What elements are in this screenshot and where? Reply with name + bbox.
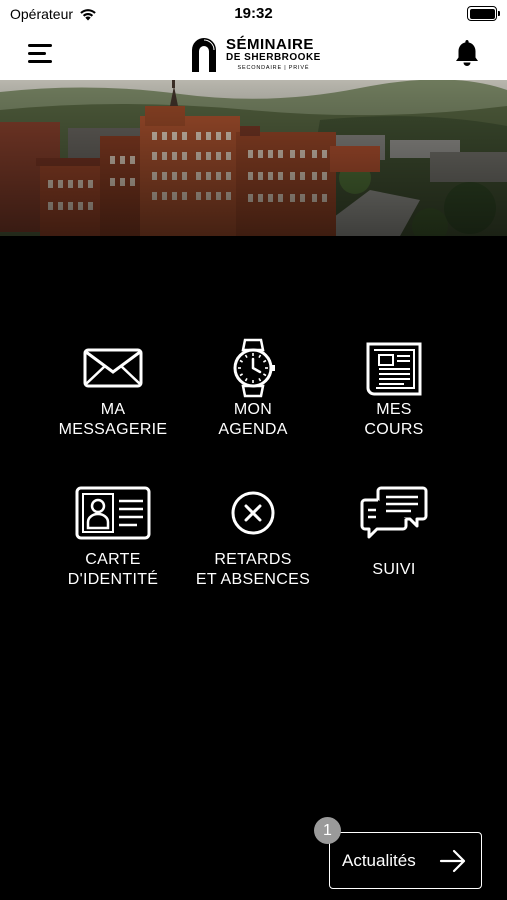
status-bar: Opérateur 19:32 — [0, 0, 507, 28]
newspaper-icon — [366, 342, 422, 396]
menu-item-carte-identite[interactable]: CARTE D'IDENTITÉ — [33, 484, 193, 590]
menu-item-label: MA MESSAGERIE — [58, 401, 168, 438]
logo-title: SÉMINAIRE — [226, 35, 314, 53]
school-logo: SÉMINAIRE DE SHERBROOKE SECONDAIRE | PRI… — [190, 34, 321, 74]
app-header: SÉMINAIRE DE SHERBROOKE SECONDAIRE | PRI… — [0, 28, 507, 80]
campus-hero-image — [0, 80, 507, 236]
menu-item-messagerie[interactable]: MA MESSAGERIE — [33, 336, 193, 440]
menu-item-label: RETARDS ET ABSENCES — [195, 551, 311, 588]
envelope-icon — [83, 348, 143, 388]
notification-count-badge: 1 — [314, 817, 341, 844]
logo-tagline: SECONDAIRE | PRIVÉ — [237, 64, 310, 71]
watch-icon — [233, 338, 275, 398]
battery-icon — [467, 6, 500, 21]
chat-bubbles-icon — [360, 486, 428, 539]
menu-item-retards-absences[interactable]: RETARDS ET ABSENCES — [173, 484, 333, 590]
status-time: 19:32 — [234, 5, 273, 22]
menu-item-label: MES COURS — [364, 401, 424, 438]
menu-item-suivi[interactable]: SUIVI — [314, 484, 474, 580]
hamburger-menu-button[interactable] — [28, 40, 58, 66]
menu-item-cours[interactable]: MES COURS — [314, 336, 474, 440]
menu-item-label: SUIVI — [372, 561, 416, 578]
menu-item-agenda[interactable]: MON AGENDA — [173, 336, 333, 440]
actualites-button[interactable]: Actualités 1 — [314, 817, 482, 889]
actualites-label: Actualités — [342, 850, 416, 870]
menu-item-label: CARTE D'IDENTITÉ — [67, 551, 159, 588]
arch-logo-icon — [192, 38, 216, 72]
menu-item-label: MON AGENDA — [218, 401, 288, 438]
logo-subtitle: DE SHERBROOKE — [226, 51, 321, 63]
id-card-icon — [75, 486, 151, 540]
arrow-right-icon — [439, 849, 466, 873]
close-circle-icon — [231, 491, 275, 535]
notification-bell-icon[interactable] — [453, 38, 481, 68]
